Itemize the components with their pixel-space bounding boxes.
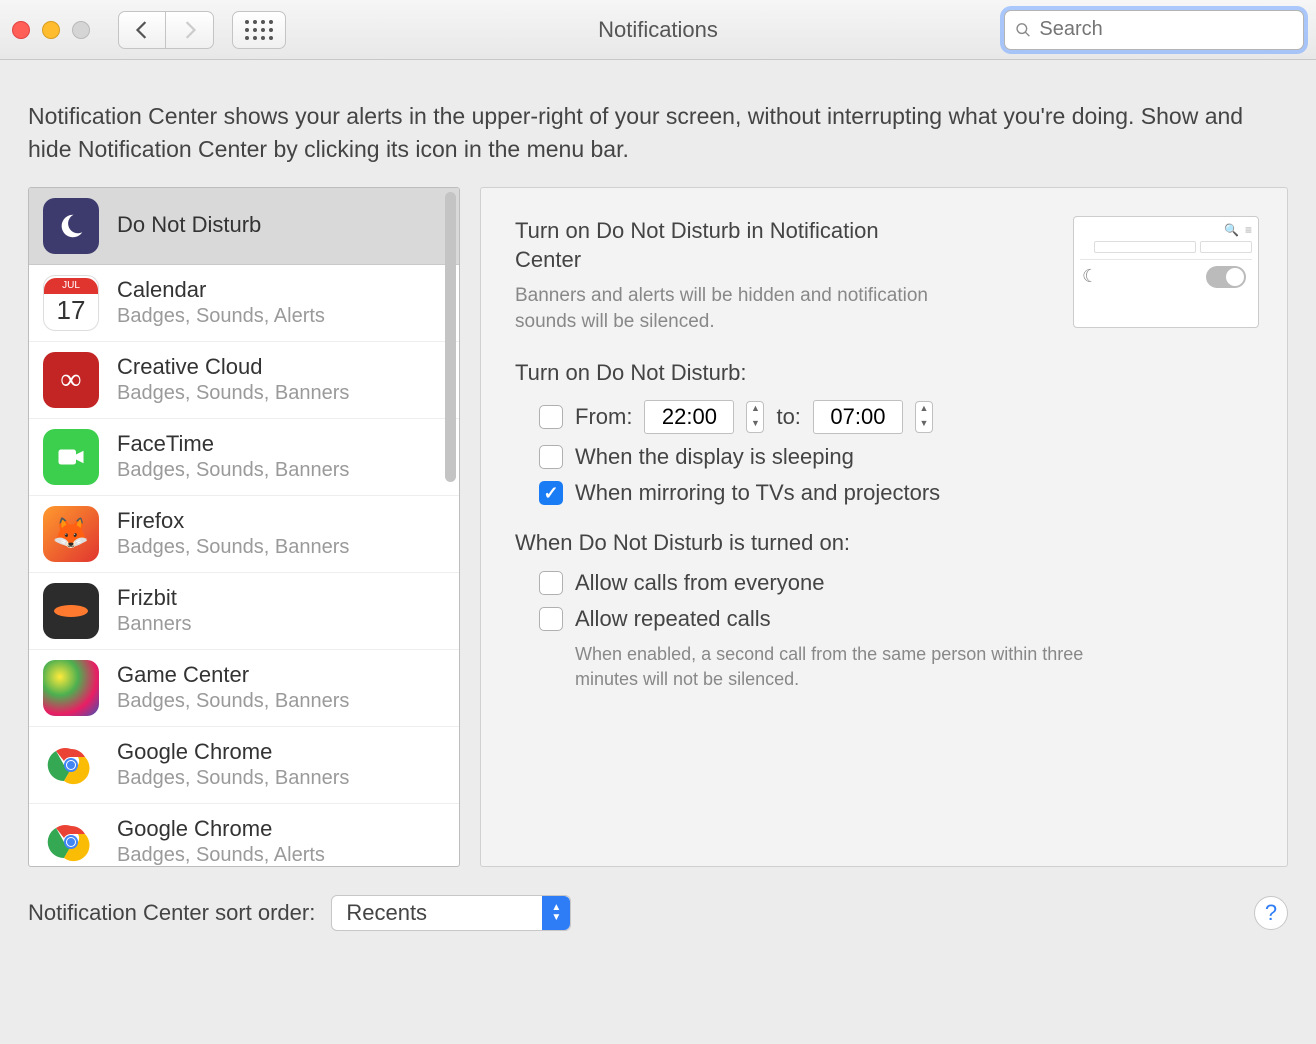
schedule-row: From: ▲▼ to: ▲▼ [539,400,1253,434]
sidebar-item-do-not-disturb[interactable]: Do Not Disturb [29,188,459,265]
intro-text: Notification Center shows your alerts in… [0,60,1316,187]
window-title: Notifications [598,17,718,43]
chrome-icon [43,737,99,793]
sidebar-item-label: Game Center [117,662,349,688]
mirroring-row: When mirroring to TVs and projectors [539,480,1253,506]
on-heading: When Do Not Disturb is turned on: [515,530,1253,556]
sleeping-row: When the display is sleeping [539,444,1253,470]
calendar-icon: JUL 17 [43,275,99,331]
minimize-button[interactable] [42,21,60,39]
sidebar-item-sub: Badges, Sounds, Banners [117,766,349,790]
sidebar-item-creative-cloud[interactable]: ∞ Creative Cloud Badges, Sounds, Banners [29,342,459,419]
frizbit-icon [43,583,99,639]
moon-icon: ☾ [1082,266,1098,287]
sidebar-item-sub: Banners [117,612,192,636]
mirroring-label: When mirroring to TVs and projectors [575,480,940,506]
sidebar-item-calendar[interactable]: JUL 17 Calendar Badges, Sounds, Alerts [29,265,459,342]
help-button[interactable]: ? [1254,896,1288,930]
to-label: to: [776,404,800,430]
sidebar-item-label: Creative Cloud [117,354,349,380]
close-button[interactable] [12,21,30,39]
detail-subtext: Banners and alerts will be hidden and no… [515,283,935,334]
footer: Notification Center sort order: Recents … [0,867,1316,959]
sidebar-item-sub: Badges, Sounds, Banners [117,458,349,482]
app-list: Do Not Disturb JUL 17 Calendar Badges, S… [28,187,460,867]
search-icon [1015,21,1031,39]
sidebar-item-label: FaceTime [117,431,349,457]
back-button[interactable] [118,11,166,49]
chevron-left-icon [135,21,149,39]
search-input[interactable] [1039,18,1293,41]
repeated-note: When enabled, a second call from the sam… [575,642,1135,691]
from-time-input[interactable] [644,400,734,434]
search-field[interactable] [1004,10,1304,50]
sidebar-item-game-center[interactable]: Game Center Badges, Sounds, Banners [29,650,459,727]
window-controls [12,21,90,39]
show-all-button[interactable] [232,11,286,49]
moon-icon [43,198,99,254]
facetime-icon [43,429,99,485]
sort-value: Recents [346,900,427,926]
creative-cloud-icon: ∞ [43,352,99,408]
toggle-icon [1206,266,1246,288]
maximize-button[interactable] [72,21,90,39]
sidebar-item-label: Frizbit [117,585,192,611]
sidebar-item-label: Firefox [117,508,349,534]
forward-button [166,11,214,49]
sidebar-item-label: Calendar [117,277,325,303]
scrollbar[interactable] [445,192,456,482]
sort-order-select[interactable]: Recents ▲▼ [331,895,571,931]
sidebar-item-facetime[interactable]: FaceTime Badges, Sounds, Banners [29,419,459,496]
list-icon: ≡ [1245,223,1252,237]
sidebar-item-frizbit[interactable]: Frizbit Banners [29,573,459,650]
titlebar: Notifications [0,0,1316,60]
select-arrows-icon: ▲▼ [542,896,570,930]
from-stepper[interactable]: ▲▼ [746,401,764,433]
nav-buttons [118,11,214,49]
allow-everyone-row: Allow calls from everyone [539,570,1253,596]
sidebar-item-sub: Badges, Sounds, Banners [117,535,349,559]
to-stepper[interactable]: ▲▼ [915,401,933,433]
sidebar-item-label: Do Not Disturb [117,212,261,238]
sidebar-item-sub: Badges, Sounds, Banners [117,689,349,713]
allow-repeated-row: Allow repeated calls [539,606,1253,632]
to-time-input[interactable] [813,400,903,434]
sidebar-item-google-chrome-2[interactable]: Google Chrome Badges, Sounds, Alerts [29,804,459,866]
allow-repeated-checkbox[interactable] [539,607,563,631]
sidebar-item-sub: Badges, Sounds, Banners [117,381,349,405]
schedule-checkbox[interactable] [539,405,563,429]
allow-repeated-label: Allow repeated calls [575,606,771,632]
sidebar-item-sub: Badges, Sounds, Alerts [117,843,325,866]
detail-heading: Turn on Do Not Disturb in Notification C… [515,216,935,275]
detail-pane: Turn on Do Not Disturb in Notification C… [480,187,1288,867]
notification-preview: 🔍 ≡ ☾ [1073,216,1259,328]
from-label: From: [575,404,632,430]
sidebar-item-google-chrome[interactable]: Google Chrome Badges, Sounds, Banners [29,727,459,804]
sidebar-item-label: Google Chrome [117,739,349,765]
sidebar-item-sub: Badges, Sounds, Alerts [117,304,325,328]
chevron-right-icon [183,21,197,39]
schedule-heading: Turn on Do Not Disturb: [515,360,1253,386]
sort-label: Notification Center sort order: [28,900,315,926]
allow-everyone-checkbox[interactable] [539,571,563,595]
sidebar-item-firefox[interactable]: 🦊 Firefox Badges, Sounds, Banners [29,496,459,573]
search-icon: 🔍 [1224,223,1239,237]
sleeping-label: When the display is sleeping [575,444,854,470]
allow-everyone-label: Allow calls from everyone [575,570,824,596]
sidebar-item-label: Google Chrome [117,816,325,842]
game-center-icon [43,660,99,716]
chrome-icon [43,814,99,866]
mirroring-checkbox[interactable] [539,481,563,505]
firefox-icon: 🦊 [43,506,99,562]
grid-icon [245,20,273,40]
sleeping-checkbox[interactable] [539,445,563,469]
